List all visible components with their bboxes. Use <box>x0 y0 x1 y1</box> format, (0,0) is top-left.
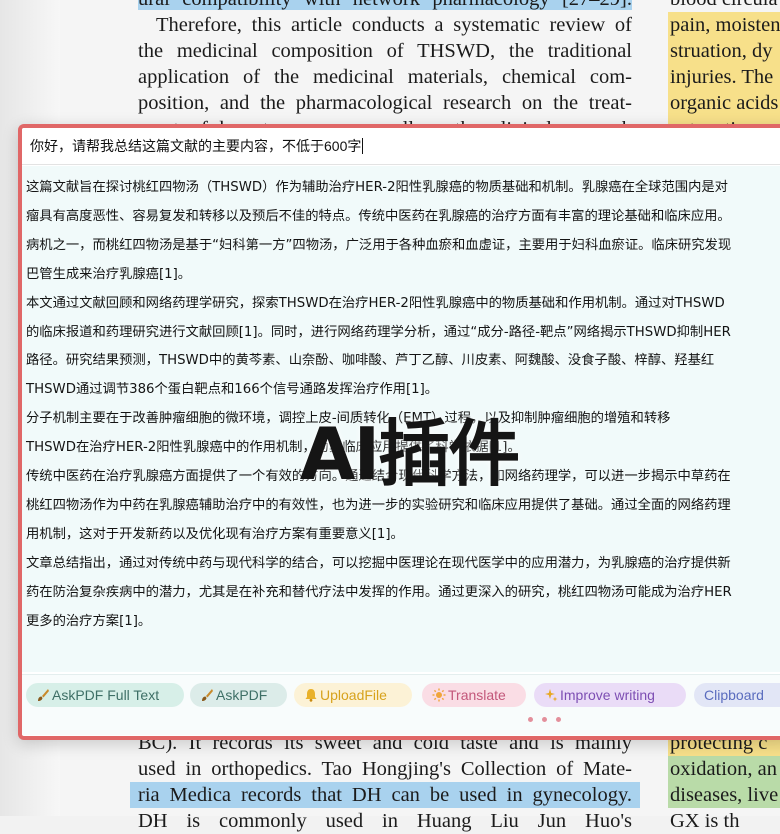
pdf-line: ria Medica records that DH can be used i… <box>130 782 640 808</box>
answer-line: 这篇文献旨在探讨桃红四物汤（THSWD）作为辅助治疗HER-2阳性乳腺癌的物质基… <box>26 180 728 195</box>
pdf-right-column-bottom: protecting c oxidation, an diseases, liv… <box>668 730 780 834</box>
brush-icon <box>38 689 49 701</box>
dot <box>556 717 561 722</box>
action-toolbar: AskPDF Full Text AskPDF UploadFile Trans… <box>22 674 780 735</box>
bell-icon <box>305 689 317 702</box>
text-caret <box>362 138 364 154</box>
upload-file-label: UploadFile <box>320 687 387 703</box>
dot <box>528 717 533 722</box>
answer-line: 巴管生成来治疗乳腺癌[1]。 <box>26 266 192 282</box>
answer-line: THSWD通过调节386个蛋白靶点和166个信号通路发挥治疗作用[1]。 <box>26 382 439 398</box>
pdf-line: DH is commonly used in Huang Liu Jun Huo… <box>138 810 632 832</box>
pdf-line: diseases, live <box>668 782 780 808</box>
pdf-column-top: ural compatibility with network pharmaco… <box>130 0 640 142</box>
pdf-line: ural compatibility with network pharmaco… <box>130 0 640 12</box>
translate-label: Translate <box>448 687 506 703</box>
askpdf-button[interactable]: AskPDF <box>190 683 287 707</box>
ai-plugin-panel: 你好，请帮我总结这篇文献的主要内容，不低于600字 这篇文献旨在探讨桃红四物汤（… <box>18 124 780 740</box>
pdf-right-column-top: blood circula pain, moisten struation, d… <box>668 0 780 142</box>
sparkle-icon <box>545 689 558 702</box>
answer-line: 更多的治疗方案[1]。 <box>26 613 152 629</box>
answer-area: 这篇文献旨在探讨桃红四物汤（THSWD）作为辅助治疗HER-2阳性乳腺癌的物质基… <box>22 166 780 672</box>
prompt-text: 你好，请帮我总结这篇文献的主要内容，不低于600字 <box>30 138 362 154</box>
dot <box>542 717 547 722</box>
clipboard-label: Clipboard <box>704 687 764 703</box>
askpdf-full-text-label: AskPDF Full Text <box>52 687 160 703</box>
pagination-dots[interactable] <box>522 715 582 725</box>
answer-line: 病机之一，而桃红四物汤是基于“妇科第一方”四物汤，广泛用于各种血瘀和血虚证，主要… <box>26 237 732 253</box>
askpdf-label: AskPDF <box>216 687 268 703</box>
pdf-line: organic acids <box>668 90 780 116</box>
clipboard-button[interactable]: Clipboard <box>694 683 780 707</box>
answer-line: 路径。研究结果预测，THSWD中的黄芩素、山奈酚、咖啡酸、芦丁乙醇、川皮素、阿魏… <box>26 353 715 369</box>
pdf-line: Therefore, this article conducts a syste… <box>156 14 632 36</box>
pdf-column-bottom: BC). It records its sweet and cold taste… <box>130 730 640 834</box>
pdf-line: GX is th <box>670 810 740 832</box>
sun-icon <box>432 688 446 702</box>
answer-line: 用机制，这对于开发新药以及优化现有治疗方案有重要意义[1]。 <box>26 526 404 542</box>
answer-line: 瘤具有高度恶性、容易复发和转移以及预后不佳的特点。传统中医药在乳腺癌的治疗方面有… <box>26 208 731 224</box>
brush-icon <box>202 689 213 701</box>
upload-file-button[interactable]: UploadFile <box>294 683 412 707</box>
pdf-line: position, and the pharmacological resear… <box>138 92 632 114</box>
answer-line: 桃红四物汤作为中药在乳腺癌辅助治疗中的有效性，也为进一步的实验研究和临床应用提供… <box>26 497 731 513</box>
pdf-line: used in orthopedics. Tao Hongjing's Coll… <box>138 758 632 780</box>
pdf-line: the medicinal composition of THSWD, the … <box>138 40 632 62</box>
translate-button[interactable]: Translate <box>422 683 526 707</box>
pdf-line: oxidation, an <box>668 756 780 782</box>
answer-line: 传统中医药在治疗乳腺癌方面提供了一个有效的方向。通过结合现代科学方法，如网络药理… <box>26 469 731 485</box>
pdf-line: struation, dy <box>668 38 780 64</box>
answer-line: 本文通过文献回顾和网络药理学研究，探索THSWD在治疗HER-2阳性乳腺癌中的物… <box>26 295 725 311</box>
answer-line: 药在防治复杂疾病中的潜力，尤其是在补充和替代疗法中发挥的作用。通过更深入的研究，… <box>26 584 732 600</box>
pdf-line: pain, moisten <box>668 12 780 38</box>
answer-line: 分子机制主要在于改善肿瘤细胞的微环境，调控上皮-间质转化（EMT）过程，以及抑制… <box>26 411 671 427</box>
answer-line: THSWD在治疗HER-2阳性乳腺癌中的作用机制，为其临床应用提供了科学依据[1… <box>26 440 521 456</box>
pdf-line: injuries. The <box>668 64 780 90</box>
askpdf-full-text-button[interactable]: AskPDF Full Text <box>26 683 184 707</box>
prompt-input[interactable]: 你好，请帮我总结这篇文献的主要内容，不低于600字 <box>22 128 780 165</box>
improve-writing-label: Improve writing <box>560 687 655 703</box>
pdf-line: blood circula <box>668 0 780 12</box>
improve-writing-button[interactable]: Improve writing <box>534 683 686 707</box>
pdf-line: application of the medicinal materials, … <box>138 66 632 88</box>
answer-line: 文章总结指出，通过对传统中药与现代科学的结合，可以挖掘中医理论在现代医学中的应用… <box>26 555 731 571</box>
answer-line: 的临床报道和药理研究进行文献回顾[1]。同时，进行网络药理学分析，通过“成分-路… <box>26 324 731 340</box>
